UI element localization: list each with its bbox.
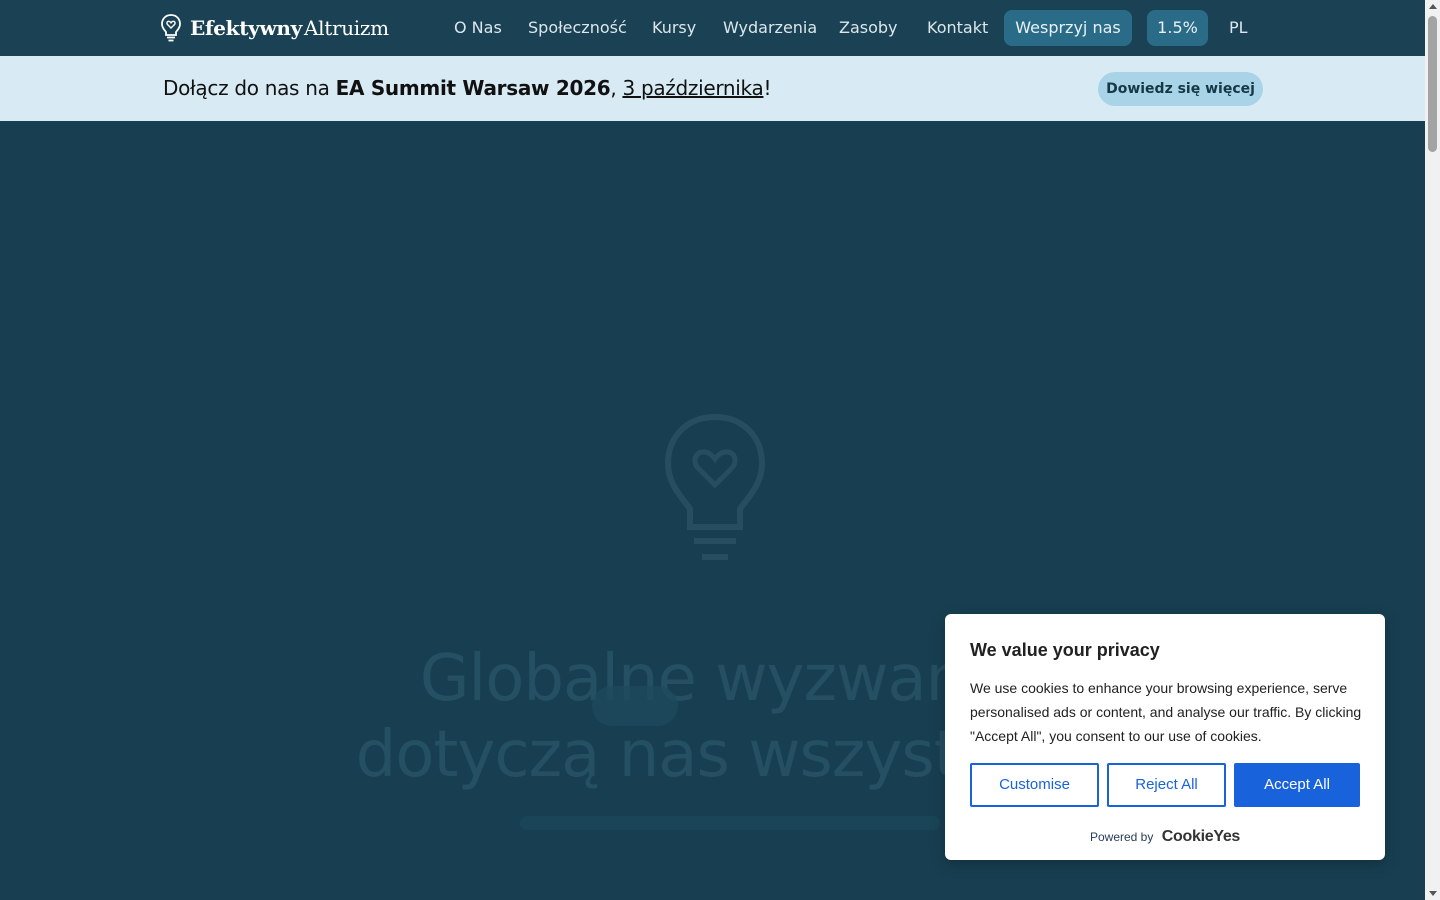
cookie-description: We use cookies to enhance your browsing … [970, 680, 1362, 744]
nav-item-resources[interactable]: Zasoby [839, 10, 898, 46]
scrollbar-thumb[interactable] [1428, 16, 1437, 152]
learn-more-button[interactable]: Dowiedz się więcej [1098, 72, 1263, 106]
percent-tax-button[interactable]: 1.5% [1147, 10, 1208, 46]
scroll-up-arrow-icon[interactable] [1429, 4, 1437, 9]
hero-subtitle-placeholder [520, 816, 940, 830]
nav-item-events[interactable]: Wydarzenia [723, 10, 817, 46]
scroll-down-arrow-icon[interactable] [1429, 891, 1437, 896]
event-name: EA Summit Warsaw 2026 [335, 76, 611, 100]
powered-by: Powered by CookieYes [945, 828, 1385, 846]
nav-item-contact[interactable]: Kontakt [927, 10, 988, 46]
nav-item-community[interactable]: Społeczność [528, 10, 627, 46]
powered-by-label: Powered by [1089, 830, 1154, 844]
event-date-link[interactable]: 3 października [622, 76, 763, 100]
cookie-consent-dialog: We value your privacy We use cookies to … [945, 614, 1385, 860]
hero-highlight-pill [592, 686, 678, 726]
accept-all-button[interactable]: Accept All [1234, 763, 1360, 807]
reject-all-button[interactable]: Reject All [1107, 763, 1226, 807]
nav-item-about[interactable]: O Nas [454, 10, 502, 46]
lightbulb-icon [664, 413, 766, 560]
page-scrollbar[interactable] [1425, 0, 1440, 900]
donate-button[interactable]: Wesprzyj nas [1004, 10, 1132, 46]
announcement-text: Dołącz do nas na EA Summit Warsaw 2026, … [163, 76, 772, 100]
language-switcher[interactable]: PL [1229, 10, 1248, 46]
site-header: Efektywny Altruizm O Nas Społeczność Kurs… [0, 0, 1425, 56]
announcement-banner: Dołącz do nas na EA Summit Warsaw 2026, … [0, 56, 1425, 121]
customise-button[interactable]: Customise [970, 763, 1099, 807]
cookieyes-logo[interactable]: CookieYes [1162, 828, 1241, 845]
cookie-title: We value your privacy [970, 640, 1160, 660]
nav-item-courses[interactable]: Kursy [652, 10, 696, 46]
main-nav: O Nas Społeczność Kursy Wydarzenia Zasob… [0, 10, 1425, 46]
